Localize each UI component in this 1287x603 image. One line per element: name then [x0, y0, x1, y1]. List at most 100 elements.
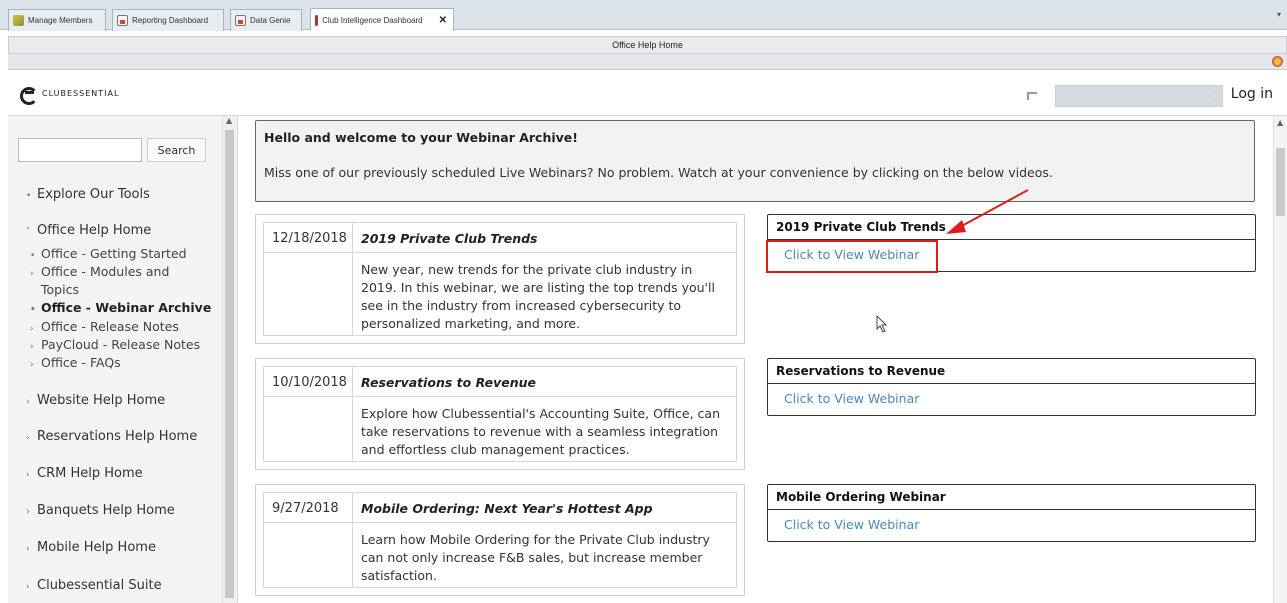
- sidebar-subitem-faqs[interactable]: › Office - FAQs: [30, 354, 121, 374]
- webinar-table: 12/18/2018 2019 Private Club Trends New …: [263, 222, 737, 336]
- scroll-up-icon[interactable]: ▲: [1277, 118, 1283, 127]
- webinar-box-title: Reservations to Revenue: [776, 364, 946, 378]
- divider: [768, 509, 1255, 510]
- webinar-video-box: Mobile Ordering Webinar Click to View We…: [767, 484, 1256, 542]
- sidebar-subitem-modules-and-topics[interactable]: › Office - Modules and: [30, 263, 169, 283]
- chevron-right-icon: ›: [30, 269, 34, 279]
- sidebar-item-label: CRM Help Home: [37, 466, 143, 481]
- webinar-date: 9/27/2018: [264, 493, 353, 523]
- sidebar-item-website-help-home[interactable]: › Website Help Home: [26, 393, 165, 408]
- sidebar-item-crm-help-home[interactable]: › CRM Help Home: [26, 466, 143, 481]
- header-search-input[interactable]: ⌕: [1055, 85, 1223, 107]
- chevron-down-icon: ˅: [26, 227, 31, 237]
- browser-tab-bar: Manage Members Reporting Dashboard Data …: [0, 0, 1287, 31]
- toolbar: [8, 54, 1287, 70]
- view-webinar-link[interactable]: Click to View Webinar: [784, 391, 919, 406]
- sidebar-search-button[interactable]: Search: [147, 138, 206, 162]
- sidebar-item-banquets-help-home[interactable]: › Banquets Help Home: [26, 503, 175, 518]
- bullet-icon: •: [30, 305, 36, 315]
- tab-data-genie[interactable]: Data Genie: [230, 9, 302, 31]
- webinar-description: Explore how Clubessential's Accounting S…: [361, 406, 720, 457]
- sidebar-item-office-help-home[interactable]: ˅ Office Help Home: [26, 223, 151, 238]
- webinar-box-title: Mobile Ordering Webinar: [776, 490, 946, 504]
- date-column: [264, 253, 353, 335]
- sidebar-subitem-release-notes[interactable]: › Office - Release Notes: [30, 318, 179, 338]
- logo-icon: [20, 87, 38, 105]
- webinar-video-box: Reservations to Revenue Click to View We…: [767, 358, 1256, 416]
- sidebar-item-label: Office Help Home: [37, 223, 152, 238]
- tab-label: Data Genie: [250, 16, 291, 25]
- tab-label: Club Intelligence Dashboard: [322, 15, 423, 25]
- chevron-right-icon: ›: [30, 360, 34, 370]
- tab-label: Reporting Dashboard: [132, 16, 209, 25]
- webinar-table: 10/10/2018 Reservations to Revenue Explo…: [263, 366, 737, 462]
- sidebar-subitem-paycloud-release-notes[interactable]: › PayCloud - Release Notes: [30, 336, 200, 356]
- chevron-right-icon: ›: [26, 544, 30, 554]
- chevron-right-icon: ›: [26, 582, 30, 592]
- tab-label: Manage Members: [28, 16, 93, 25]
- tab-reporting-dashboard[interactable]: Reporting Dashboard: [112, 9, 224, 31]
- sidebar-item-clubessential-suite[interactable]: › Clubessential Suite: [26, 578, 162, 593]
- sidebar-subitem-label: Office - Release Notes: [41, 319, 179, 334]
- webinar-date: 12/18/2018: [264, 223, 353, 253]
- tab-club-intelligence-dashboard[interactable]: Club Intelligence Dashboard ✕: [310, 8, 454, 31]
- webinar-title: 2019 Private Club Trends: [353, 223, 736, 253]
- webinar-date: 10/10/2018: [264, 367, 353, 397]
- report-icon: [117, 15, 128, 26]
- sidebar-item-label: Website Help Home: [37, 393, 166, 408]
- sidebar-item-label: Reservations Help Home: [37, 429, 198, 444]
- menu-icon[interactable]: [1027, 92, 1037, 100]
- sidebar-subitem-label: PayCloud - Release Notes: [41, 337, 201, 352]
- sidebar-subitem-label: Office - FAQs: [41, 355, 121, 370]
- sidebar-subitem-getting-started[interactable]: • Office - Getting Started: [30, 245, 187, 265]
- sidebar-subitem-label: Office - Modules and: [41, 264, 170, 279]
- sidebar-item-label: Banquets Help Home: [37, 503, 175, 518]
- site-header: CLUBESSENTIAL ⌕ Log in: [8, 70, 1287, 116]
- webinar-description: New year, new trends for the private clu…: [361, 262, 715, 331]
- sidebar-subitem-label-continued[interactable]: Topics: [41, 281, 79, 299]
- sidebar-item-reservations-help-home[interactable]: › Reservations Help Home: [26, 429, 197, 444]
- divider: [768, 383, 1255, 384]
- logo[interactable]: CLUBESSENTIAL: [20, 87, 120, 105]
- webinar-card: 10/10/2018 Reservations to Revenue Explo…: [255, 358, 745, 470]
- date-column: [264, 523, 353, 587]
- mouse-cursor-icon: [876, 315, 888, 333]
- webinar-card: 9/27/2018 Mobile Ordering: Next Year's H…: [255, 484, 745, 596]
- logo-text: CLUBESSENTIAL: [42, 88, 120, 98]
- chevron-right-icon: ›: [26, 433, 30, 443]
- window-title: Office Help Home: [8, 36, 1287, 54]
- webinar-card: 12/18/2018 2019 Private Club Trends New …: [255, 214, 745, 344]
- close-icon[interactable]: ✕: [439, 15, 447, 26]
- chevron-right-icon: ›: [26, 397, 30, 407]
- scrollbar-thumb[interactable]: [225, 130, 234, 598]
- sidebar-item-explore-our-tools[interactable]: • Explore Our Tools: [26, 187, 150, 202]
- main-scrollbar[interactable]: ▲: [1273, 116, 1287, 603]
- members-icon: [13, 15, 24, 26]
- report-icon: [235, 15, 246, 26]
- scrollbar-thumb[interactable]: [1276, 148, 1285, 216]
- annotation-arrow-icon: [946, 189, 1029, 234]
- search-icon[interactable]: ⌕: [1211, 91, 1216, 101]
- sidebar-item-mobile-help-home[interactable]: › Mobile Help Home: [26, 540, 156, 555]
- app-icon[interactable]: [1272, 56, 1283, 67]
- sidebar-scrollbar[interactable]: ▲: [222, 116, 236, 603]
- sidebar-search-input[interactable]: [18, 138, 142, 162]
- welcome-heading: Hello and welcome to your Webinar Archiv…: [264, 130, 578, 145]
- annotation-highlight-box: [766, 240, 938, 273]
- webinar-description: Learn how Mobile Ordering for the Privat…: [361, 532, 710, 583]
- scroll-up-icon[interactable]: ▲: [226, 116, 232, 125]
- webinar-title: Reservations to Revenue: [353, 367, 736, 397]
- tab-manage-members[interactable]: Manage Members: [8, 9, 106, 31]
- club-icon: [315, 14, 319, 26]
- chevron-right-icon: ›: [26, 507, 30, 517]
- view-webinar-link[interactable]: Click to View Webinar: [784, 517, 919, 532]
- sidebar-subitem-label: Office - Getting Started: [41, 246, 187, 261]
- tab-overflow-icon[interactable]: ▾: [1277, 10, 1281, 19]
- login-link[interactable]: Log in: [1231, 86, 1273, 102]
- sidebar-subitem-webinar-archive[interactable]: • Office - Webinar Archive: [30, 299, 211, 319]
- sidebar-item-label: Mobile Help Home: [37, 540, 156, 555]
- sidebar-subitem-label: Office - Webinar Archive: [41, 300, 212, 315]
- chevron-right-icon: ›: [26, 470, 30, 480]
- welcome-text: Miss one of our previously scheduled Liv…: [264, 165, 1053, 180]
- date-column: [264, 397, 353, 461]
